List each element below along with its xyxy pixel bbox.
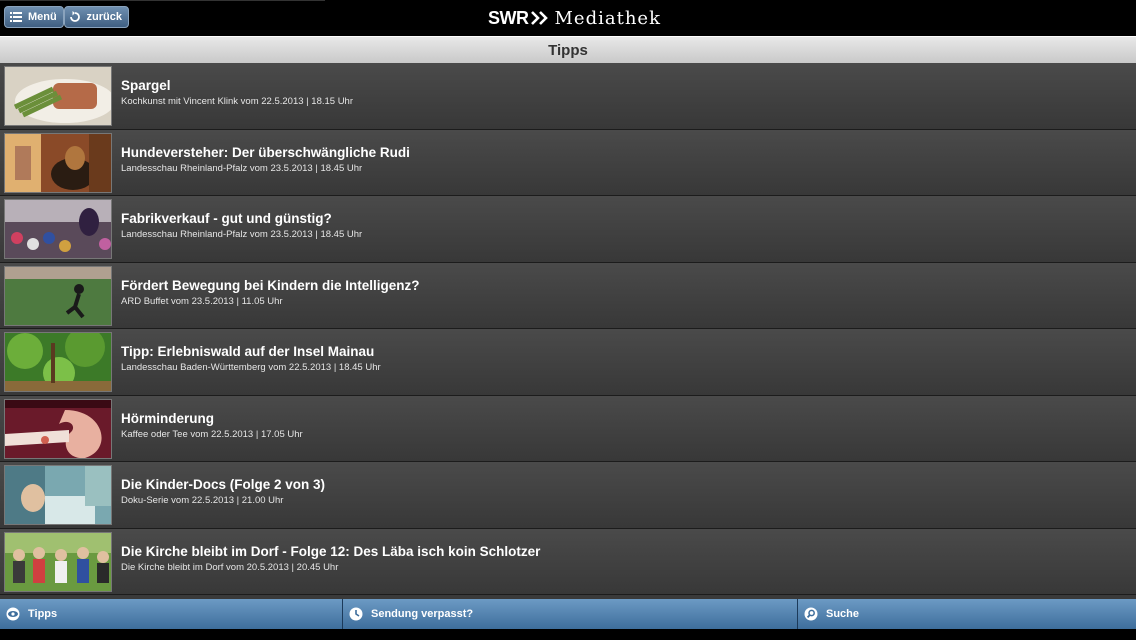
item-title: Hörminderung: [121, 410, 214, 426]
item-subtitle: Doku-Serie vom 22.5.2013 | 21.00 Uhr: [121, 495, 284, 506]
tab-missed-shows-label: Sendung verpasst?: [371, 608, 474, 620]
brand-logo: SWR Mediathek: [488, 6, 661, 30]
thumbnail-image: [4, 531, 112, 592]
back-button[interactable]: zurück: [64, 6, 129, 28]
menu-button[interactable]: Menü: [4, 6, 64, 28]
item-title: Hundeversteher: Der überschwängliche Rud…: [121, 144, 410, 160]
list-item[interactable]: Spargel Kochkunst mit Vincent Klink vom …: [0, 63, 1136, 130]
list-item[interactable]: Fabrikverkauf - gut und günstig? Landess…: [0, 196, 1136, 263]
thumbnail-image: [4, 332, 112, 392]
tab-tipps-label: Tipps: [28, 608, 58, 620]
back-arrow-icon: [69, 10, 82, 24]
brand-swr: SWR: [488, 7, 529, 28]
thumbnail-image: [4, 265, 112, 326]
item-subtitle: Kaffee oder Tee vom 22.5.2013 | 17.05 Uh…: [121, 428, 303, 440]
item-title: Fabrikverkauf - gut und günstig?: [121, 211, 332, 226]
item-subtitle: Landesschau Rheinland-Pfalz vom 23.5.201…: [121, 229, 363, 240]
list-item[interactable]: Hörminderung Kaffee oder Tee vom 22.5.20…: [0, 395, 1136, 462]
item-subtitle: ARD Buffet vom 23.5.2013 | 11.05 Uhr: [121, 295, 283, 307]
item-subtitle: Kochkunst mit Vincent Klink vom 22.5.201…: [121, 96, 354, 107]
top-bar: Menü zurück SWR Mediathek: [0, 0, 1136, 36]
brand-name: Mediathek: [554, 7, 661, 29]
clock-icon: [349, 607, 363, 621]
top-divider: [0, 0, 325, 1]
list-item[interactable]: Die Kirche bleibt im Dorf - Folge 12: De…: [0, 528, 1136, 595]
bottom-edge: [0, 629, 1136, 640]
tab-missed-shows[interactable]: Sendung verpasst?: [343, 599, 798, 629]
list-item[interactable]: Tipp: Erlebniswald auf der Insel Mainau …: [0, 329, 1136, 396]
bottom-tab-bar: Tipps Sendung verpasst? Suche: [0, 599, 1136, 629]
section-header: Tipps: [0, 36, 1136, 63]
list-item[interactable]: Die Kinder-Docs (Folge 2 von 3) Doku-Ser…: [0, 462, 1136, 529]
tab-tipps[interactable]: Tipps: [0, 599, 343, 629]
tab-search-label: Suche: [826, 608, 860, 620]
thumbnail-image: [4, 398, 112, 459]
tab-search[interactable]: Suche: [798, 599, 1136, 629]
thumbnail-image: [4, 66, 112, 126]
search-icon: [804, 607, 818, 621]
item-subtitle: Landesschau Rheinland-Pfalz vom 23.5.201…: [121, 162, 363, 174]
item-title: Tipp: Erlebniswald auf der Insel Mainau: [121, 344, 375, 359]
thumbnail-image: [4, 199, 112, 259]
video-list: Spargel Kochkunst mit Vincent Klink vom …: [0, 63, 1136, 599]
item-subtitle: Die Kirche bleibt im Dorf vom 20.5.2013 …: [121, 561, 339, 573]
back-button-label: zurück: [86, 11, 122, 23]
thumbnail-image: [4, 465, 112, 525]
page-title: Tipps: [548, 41, 588, 59]
item-subtitle: Landesschau Baden-Württemberg vom 22.5.2…: [121, 362, 381, 373]
list-item[interactable]: Fördert Bewegung bei Kindern die Intelli…: [0, 262, 1136, 329]
list-icon: [9, 10, 23, 24]
thumbnail-image: [4, 132, 112, 193]
brand-arrows-icon: [530, 11, 549, 25]
menu-button-label: Menü: [28, 11, 57, 23]
item-title: Die Kinder-Docs (Folge 2 von 3): [121, 477, 326, 492]
item-title: Fördert Bewegung bei Kindern die Intelli…: [121, 277, 420, 293]
item-title: Spargel: [121, 78, 171, 93]
list-item[interactable]: Hundeversteher: Der überschwängliche Rud…: [0, 129, 1136, 196]
eye-icon: [6, 607, 20, 621]
item-title: Die Kirche bleibt im Dorf - Folge 12: De…: [121, 543, 541, 559]
